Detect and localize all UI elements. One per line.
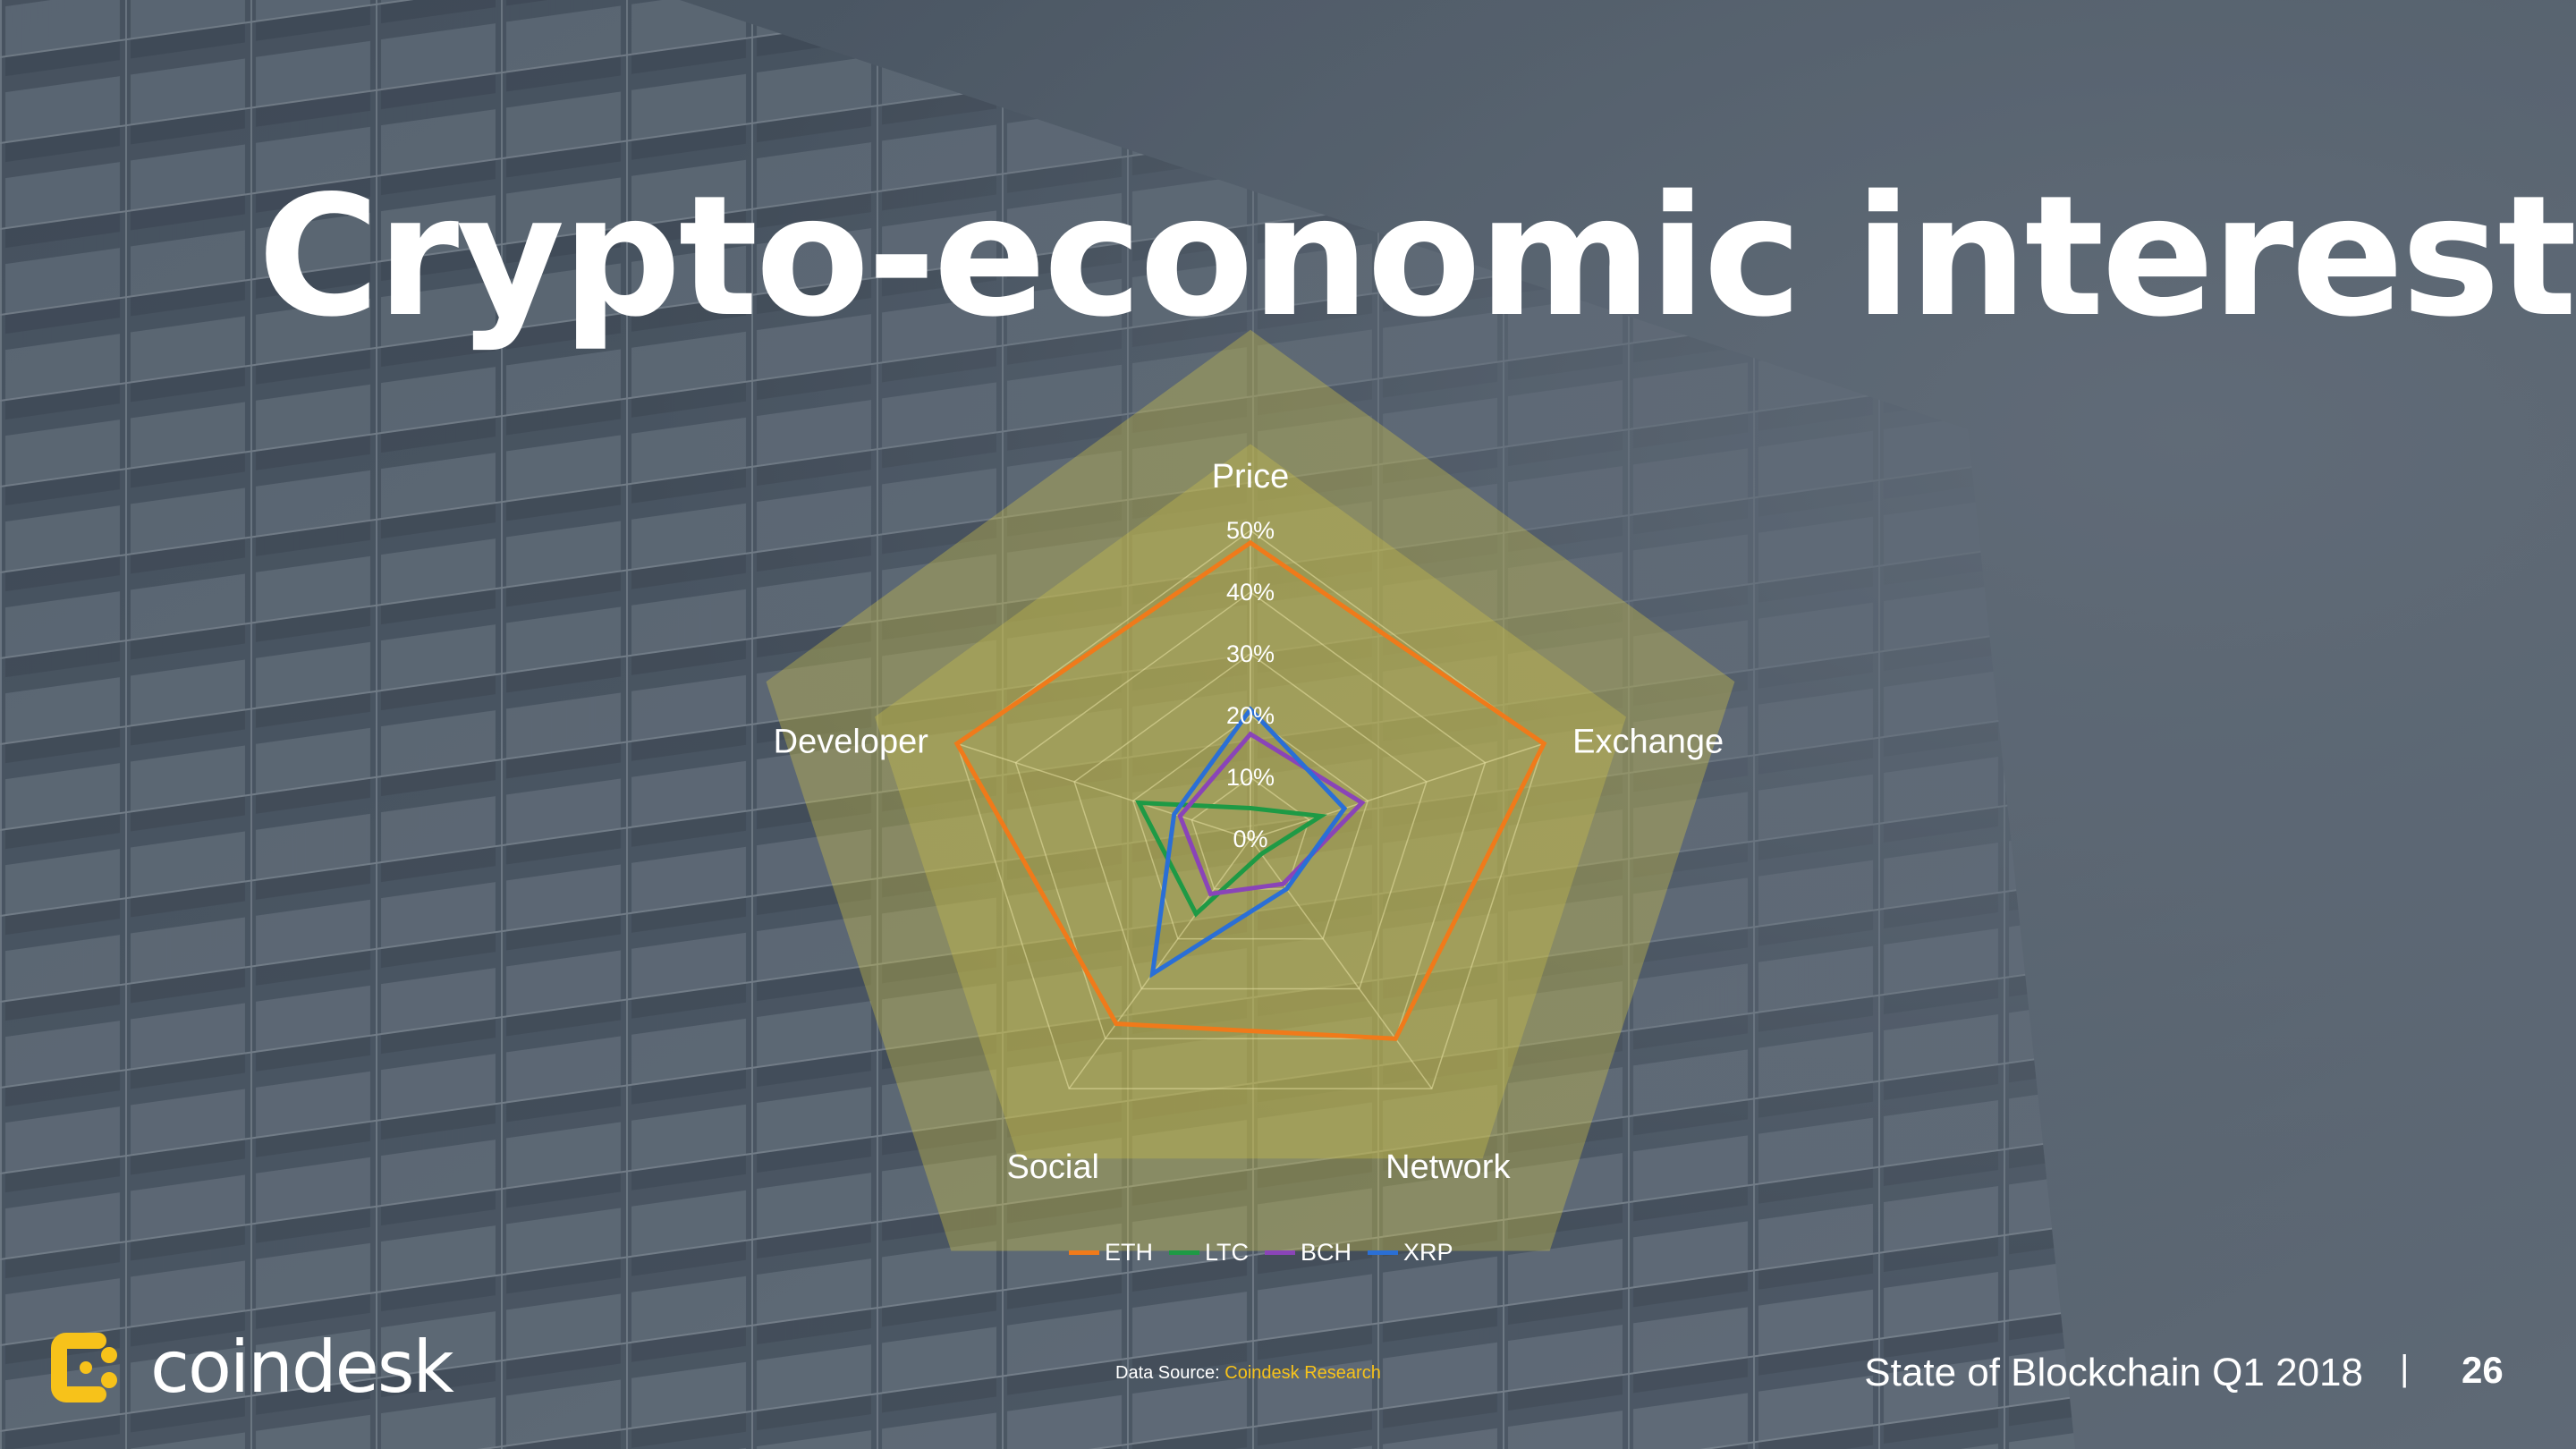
chart-legend: ETH LTC BCH XRP <box>1069 1239 1453 1267</box>
legend-label: ETH <box>1105 1239 1153 1266</box>
radar-chart: 0% 10% 20% 30% 40% 50% Price Exchange Network So… <box>766 329 1735 1251</box>
source-value: Coindesk Research <box>1224 1363 1381 1383</box>
axis-label-network: Network <box>1385 1148 1511 1186</box>
axis-label-price: Price <box>1212 458 1290 496</box>
legend-label: BCH <box>1301 1239 1352 1266</box>
axis-label-exchange: Exchange <box>1572 723 1724 760</box>
tick-label: 50% <box>1226 517 1275 544</box>
data-source: Data Source: Coindesk Research <box>1115 1363 1381 1384</box>
axis-label-developer: Developer <box>774 723 929 760</box>
coindesk-logo: coindesk <box>45 1326 454 1409</box>
legend-item-xrp: XRP <box>1368 1239 1453 1267</box>
legend-swatch <box>1265 1250 1296 1255</box>
legend-item-eth: ETH <box>1069 1239 1153 1267</box>
legend-swatch <box>1169 1250 1199 1255</box>
tick-label: 0% <box>1233 826 1267 852</box>
source-label: Data Source: <box>1115 1363 1225 1383</box>
tick-label: 10% <box>1226 764 1275 791</box>
axis-label-social: Social <box>1006 1148 1099 1186</box>
legend-swatch <box>1368 1250 1399 1255</box>
legend-item-ltc: LTC <box>1169 1239 1249 1267</box>
tick-label: 20% <box>1226 702 1275 729</box>
page-number: 26 <box>2462 1349 2504 1391</box>
legend-label: XRP <box>1403 1239 1453 1266</box>
tick-label: 40% <box>1226 579 1275 606</box>
legend-item-bch: BCH <box>1265 1239 1352 1267</box>
logo-wordmark: coindesk <box>150 1326 454 1409</box>
legend-label: LTC <box>1205 1239 1250 1266</box>
coindesk-logo-icon <box>51 1332 117 1402</box>
report-title: State of Blockchain Q1 2018 <box>1864 1351 2363 1394</box>
legend-swatch <box>1069 1250 1099 1255</box>
footer-separator: | <box>2400 1349 2410 1388</box>
tick-label: 30% <box>1226 640 1275 667</box>
